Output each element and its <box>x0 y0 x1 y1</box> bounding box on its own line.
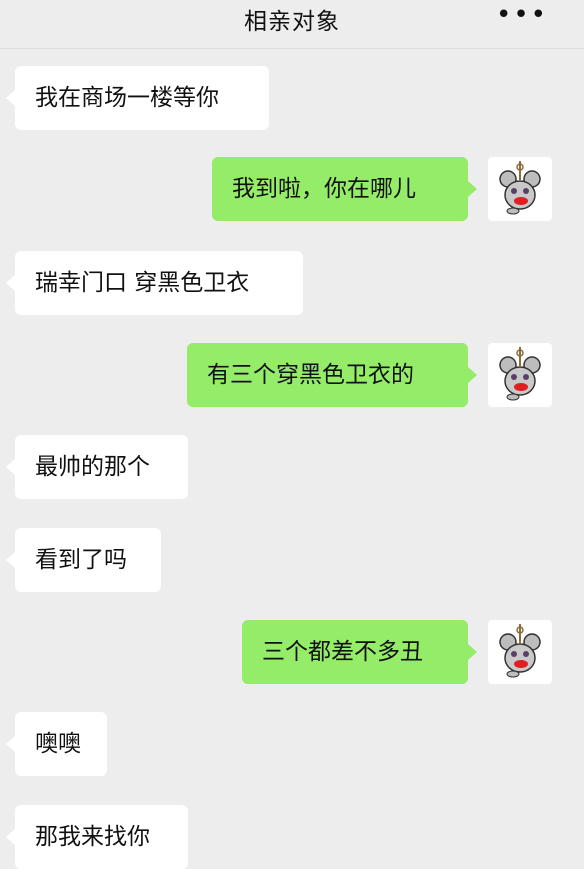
user-avatar[interactable] <box>488 620 552 684</box>
mouse-sticker-icon <box>499 624 541 678</box>
message-bubble-incoming[interactable]: 噢噢 <box>15 712 107 776</box>
bubble-tail <box>6 275 15 291</box>
message-bubble-incoming[interactable]: 最帅的那个 <box>15 435 188 499</box>
bubble-tail <box>468 181 477 197</box>
message-bubble-incoming[interactable]: 那我来找你 <box>15 805 188 869</box>
message-bubble-outgoing[interactable]: 我到啦，你在哪儿 <box>212 157 468 221</box>
bubble-tail <box>6 829 15 845</box>
bubble-tail <box>6 552 15 568</box>
user-avatar[interactable] <box>488 157 552 221</box>
user-avatar[interactable] <box>488 343 552 407</box>
bubble-tail <box>468 367 477 383</box>
bubble-tail <box>6 90 15 106</box>
message-bubble-outgoing[interactable]: 有三个穿黑色卫衣的 <box>187 343 468 407</box>
mouse-sticker-icon <box>499 161 541 215</box>
bubble-tail <box>468 644 477 660</box>
mouse-sticker-icon <box>499 347 541 401</box>
more-options-button[interactable]: ••• <box>496 0 548 30</box>
message-bubble-incoming[interactable]: 我在商场一楼等你 <box>15 66 269 130</box>
chat-header: 相亲对象 ••• <box>0 0 584 49</box>
message-bubble-incoming[interactable]: 瑞幸门口 穿黑色卫衣 <box>15 251 303 315</box>
message-bubble-outgoing[interactable]: 三个都差不多丑 <box>242 620 468 684</box>
bubble-tail <box>6 736 15 752</box>
message-bubble-incoming[interactable]: 看到了吗 <box>15 528 161 592</box>
bubble-tail <box>6 459 15 475</box>
